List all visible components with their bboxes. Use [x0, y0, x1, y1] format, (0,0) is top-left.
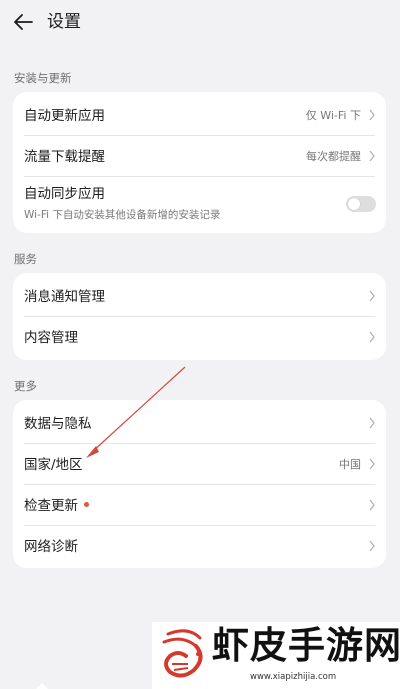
- setting-label: 检查更新: [24, 497, 89, 515]
- setting-message-notifications[interactable]: 消息通知管理: [13, 276, 386, 316]
- chevron-right-icon: [369, 458, 375, 470]
- watermark-url: www.xiapizhijia.com: [250, 672, 337, 682]
- bottom-caret-icon: [36, 683, 48, 689]
- chevron-right-icon: [369, 540, 375, 552]
- auto-sync-toggle[interactable]: [346, 196, 376, 212]
- card-services: 消息通知管理 内容管理: [13, 273, 386, 360]
- setting-auto-sync-apps: 自动同步应用 Wi-Fi 下自动安装其他设备新增的安装记录: [13, 177, 386, 233]
- page-title: 设置: [47, 12, 81, 32]
- chevron-right-icon: [369, 417, 375, 429]
- setting-label: 自动更新应用: [24, 108, 105, 124]
- shrimp-logo-icon: [162, 629, 203, 678]
- setting-content-management[interactable]: 内容管理: [13, 317, 386, 357]
- section-title-install-update: 安装与更新: [14, 71, 72, 85]
- update-badge-dot: [84, 501, 89, 507]
- card-more: 数据与隐私 国家/地区 中国 检查更新 网络诊断: [13, 400, 386, 568]
- setting-label: 网络诊断: [24, 539, 78, 555]
- arrow-left-icon[interactable]: [12, 11, 34, 33]
- setting-label: 消息通知管理: [24, 289, 105, 305]
- watermark: 虾皮手游网 www.xiapizhijia.com: [152, 622, 400, 689]
- setting-value: 仅 Wi-Fi 下: [305, 109, 361, 122]
- setting-label: 流量下载提醒: [24, 149, 105, 165]
- setting-label-text: 检查更新: [24, 498, 78, 514]
- chevron-right-icon: [369, 331, 375, 343]
- chevron-right-icon: [369, 150, 375, 162]
- section-title-more: 更多: [14, 379, 37, 393]
- setting-network-diagnostics[interactable]: 网络诊断: [13, 526, 386, 566]
- watermark-title: 虾皮手游网: [212, 624, 400, 667]
- setting-subtitle: Wi-Fi 下自动安装其他设备新增的安装记录: [24, 209, 221, 221]
- setting-label: 国家/地区: [24, 457, 83, 473]
- setting-value: 中国: [339, 458, 361, 471]
- setting-label: 数据与隐私: [24, 416, 92, 432]
- section-title-services: 服务: [14, 252, 37, 266]
- setting-label: 内容管理: [24, 330, 78, 346]
- setting-check-updates[interactable]: 检查更新: [13, 485, 386, 525]
- chevron-right-icon: [369, 109, 375, 121]
- setting-country-region[interactable]: 国家/地区 中国: [13, 444, 386, 484]
- toggle-knob: [348, 198, 360, 210]
- chevron-right-icon: [369, 290, 375, 302]
- setting-auto-update-apps[interactable]: 自动更新应用 仅 Wi-Fi 下: [13, 95, 386, 135]
- chevron-right-icon: [369, 499, 375, 511]
- setting-label: 自动同步应用: [24, 186, 105, 202]
- setting-data-privacy[interactable]: 数据与隐私: [13, 403, 386, 443]
- card-install-update: 自动更新应用 仅 Wi-Fi 下 流量下载提醒 每次都提醒 自动同步应用 Wi-…: [13, 92, 386, 233]
- header: 设置: [0, 0, 400, 46]
- setting-data-download-reminder[interactable]: 流量下载提醒 每次都提醒: [13, 136, 386, 176]
- setting-value: 每次都提醒: [306, 150, 361, 163]
